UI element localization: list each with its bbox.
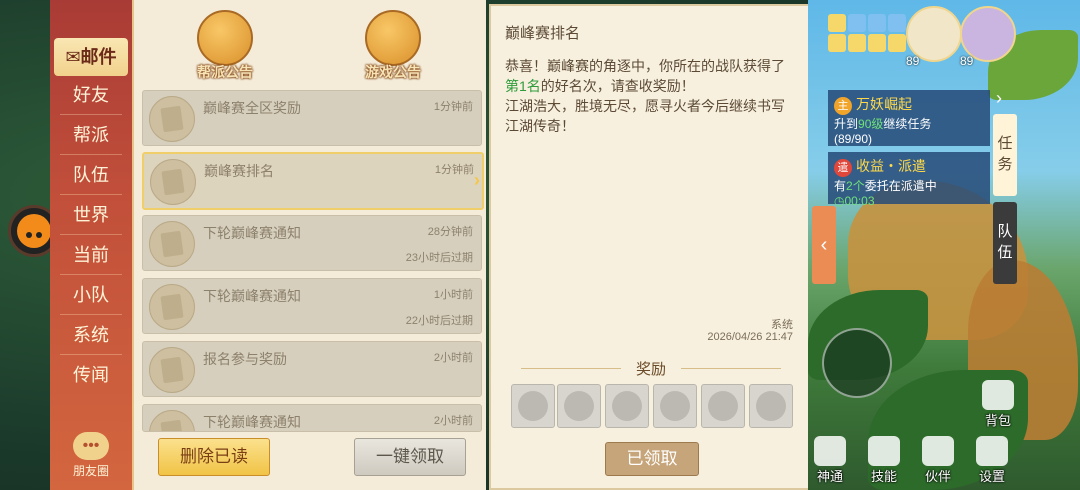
claim-all-button[interactable]: 一键领取: [354, 438, 466, 476]
reward-item-badge-icon[interactable]: [557, 384, 601, 428]
chevron-right-icon: ›: [474, 170, 480, 190]
clock-icon: ◷: [834, 194, 845, 208]
reward-item-card-icon[interactable]: [701, 384, 745, 428]
tab-quest[interactable]: 任务: [993, 114, 1017, 196]
buff-icon[interactable]: [888, 34, 906, 52]
partner-icon: [922, 436, 954, 466]
tab-rumor[interactable]: 传闻: [54, 356, 128, 394]
mail-item[interactable]: 巅峰赛全区奖励 1分钟前: [142, 90, 482, 146]
quest-dispatch[interactable]: 遣收益・派遣 有2个委托在派遣中 ◷00:03: [828, 152, 990, 208]
tab-friends[interactable]: 好友: [54, 76, 128, 115]
chat-category-sidebar: ✉邮件 好友 帮派 队伍 世界 当前 小队 系统 传闻 ••• 朋友圈: [50, 0, 134, 490]
tab-current[interactable]: 当前: [54, 236, 128, 275]
delete-read-button[interactable]: 删除已读: [158, 438, 270, 476]
mail-detail-title: 巅峰赛排名: [505, 25, 581, 42]
collapse-panel-button[interactable]: ‹: [812, 206, 836, 284]
divine-skill-button[interactable]: 神通: [808, 436, 852, 485]
chevron-left-icon: ‹: [820, 234, 828, 256]
mail-item[interactable]: 下轮巅峰赛通知 2小时前: [142, 404, 482, 432]
scroll-icon: [197, 10, 253, 66]
claimed-button[interactable]: 已领取: [605, 442, 699, 476]
buff-icon[interactable]: [828, 34, 846, 52]
gear-icon: [976, 436, 1008, 466]
tab-guild[interactable]: 帮派: [54, 116, 128, 155]
skill-button[interactable]: 技能: [862, 436, 906, 485]
mail-envelope-icon: [149, 347, 195, 393]
mail-envelope-icon: [149, 284, 195, 330]
reward-header: 奖励: [491, 358, 811, 379]
buff-icon[interactable]: [848, 14, 866, 32]
reward-item-building-icon[interactable]: [605, 384, 649, 428]
tab-system[interactable]: 系统: [54, 316, 128, 355]
mail-envelope-icon: [149, 221, 195, 267]
chevron-right-icon[interactable]: ›: [996, 88, 1002, 109]
mail-item-selected[interactable]: 巅峰赛排名 1分钟前 ›: [142, 152, 484, 210]
mail-icon: ✉: [65, 47, 81, 67]
tab-team[interactable]: 队伍: [54, 156, 128, 195]
skill-book-icon: [868, 436, 900, 466]
mail-sender: 系统: [771, 319, 793, 331]
reward-item-rank-token-icon[interactable]: [511, 384, 555, 428]
divine-icon: [814, 436, 846, 466]
mail-list-panel: 帮派公告 游戏公告 巅峰赛全区奖励 1分钟前 巅峰赛排名 1分钟前 › 下轮巅峰…: [134, 0, 486, 490]
guild-announcement-button[interactable]: 帮派公告: [192, 10, 258, 86]
joystick[interactable]: [822, 328, 892, 398]
reward-item-decor-icon[interactable]: [749, 384, 793, 428]
mail-detail-body: 恭喜！巅峰赛的角逐中，你所在的战队获得了第1名的好名次，请查收奖励！ 江湖浩大，…: [505, 58, 785, 134]
mail-date: 2026/04/26 21:47: [707, 331, 793, 343]
house-icon: [365, 10, 421, 66]
bag-icon: [982, 380, 1014, 410]
game-scene: [808, 0, 1080, 490]
tab-world[interactable]: 世界: [54, 196, 128, 235]
mail-envelope-icon: [149, 96, 195, 142]
tab-squad[interactable]: 小队: [54, 276, 128, 315]
buff-icon[interactable]: [848, 34, 866, 52]
bag-button[interactable]: 背包: [976, 380, 1020, 429]
buff-icon[interactable]: [828, 14, 846, 32]
buff-icon[interactable]: [888, 14, 906, 32]
settings-button[interactable]: 设置: [970, 436, 1014, 485]
mail-envelope-icon: [150, 159, 196, 205]
mail-envelope-icon: [149, 410, 195, 431]
mail-item[interactable]: 报名参与奖励 2小时前: [142, 341, 482, 397]
mail-item[interactable]: 下轮巅峰赛通知 1小时前 22小时后过期: [142, 278, 482, 334]
mail-item[interactable]: 下轮巅峰赛通知 28分钟前 23小时后过期: [142, 215, 482, 271]
friends-circle-button[interactable]: ••• 朋友圈: [68, 432, 114, 479]
mail-detail-panel: 巅峰赛排名 恭喜！巅峰赛的角逐中，你所在的战队获得了第1名的好名次，请查收奖励！…: [489, 4, 813, 490]
buff-icon[interactable]: [868, 34, 886, 52]
buff-icon[interactable]: [868, 14, 886, 32]
quest-main[interactable]: 主万妖崛起 升到90级继续任务 (89/90): [828, 90, 990, 146]
announcement-bar: 帮派公告 游戏公告: [134, 10, 486, 86]
reward-item-frame-icon[interactable]: [653, 384, 697, 428]
tab-party[interactable]: 队伍: [993, 202, 1017, 284]
partner-button[interactable]: 伙伴: [916, 436, 960, 485]
chat-bubble-icon: •••: [73, 432, 109, 460]
tab-mail[interactable]: ✉邮件: [54, 38, 128, 76]
game-announcement-button[interactable]: 游戏公告: [360, 10, 426, 86]
